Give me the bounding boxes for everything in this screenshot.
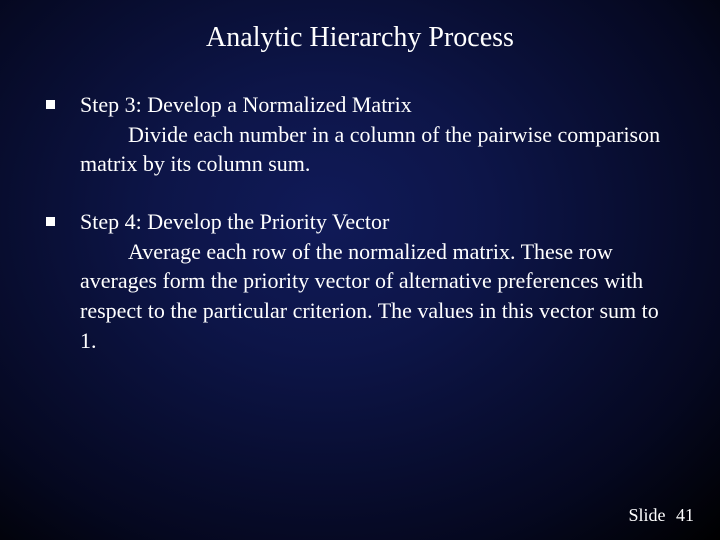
footer-label: Slide (628, 505, 665, 525)
bullet-heading: Step 3: Develop a Normalized Matrix (80, 90, 672, 120)
bullet-list: Step 3: Develop a Normalized Matrix Divi… (38, 90, 672, 356)
bullet-square-icon (46, 217, 55, 226)
slide-footer: Slide 41 (628, 505, 694, 526)
bullet-body: Divide each number in a column of the pa… (80, 120, 672, 179)
bullet-square-icon (46, 100, 55, 109)
slide-title: Analytic Hierarchy Process (48, 22, 672, 54)
list-item: Step 3: Develop a Normalized Matrix Divi… (38, 90, 672, 179)
list-item: Step 4: Develop the Priority Vector Aver… (38, 207, 672, 355)
bullet-body: Average each row of the normalized matri… (80, 237, 672, 356)
bullet-heading: Step 4: Develop the Priority Vector (80, 207, 672, 237)
slide-number: 41 (676, 505, 694, 525)
slide: Analytic Hierarchy Process Step 3: Devel… (0, 0, 720, 540)
